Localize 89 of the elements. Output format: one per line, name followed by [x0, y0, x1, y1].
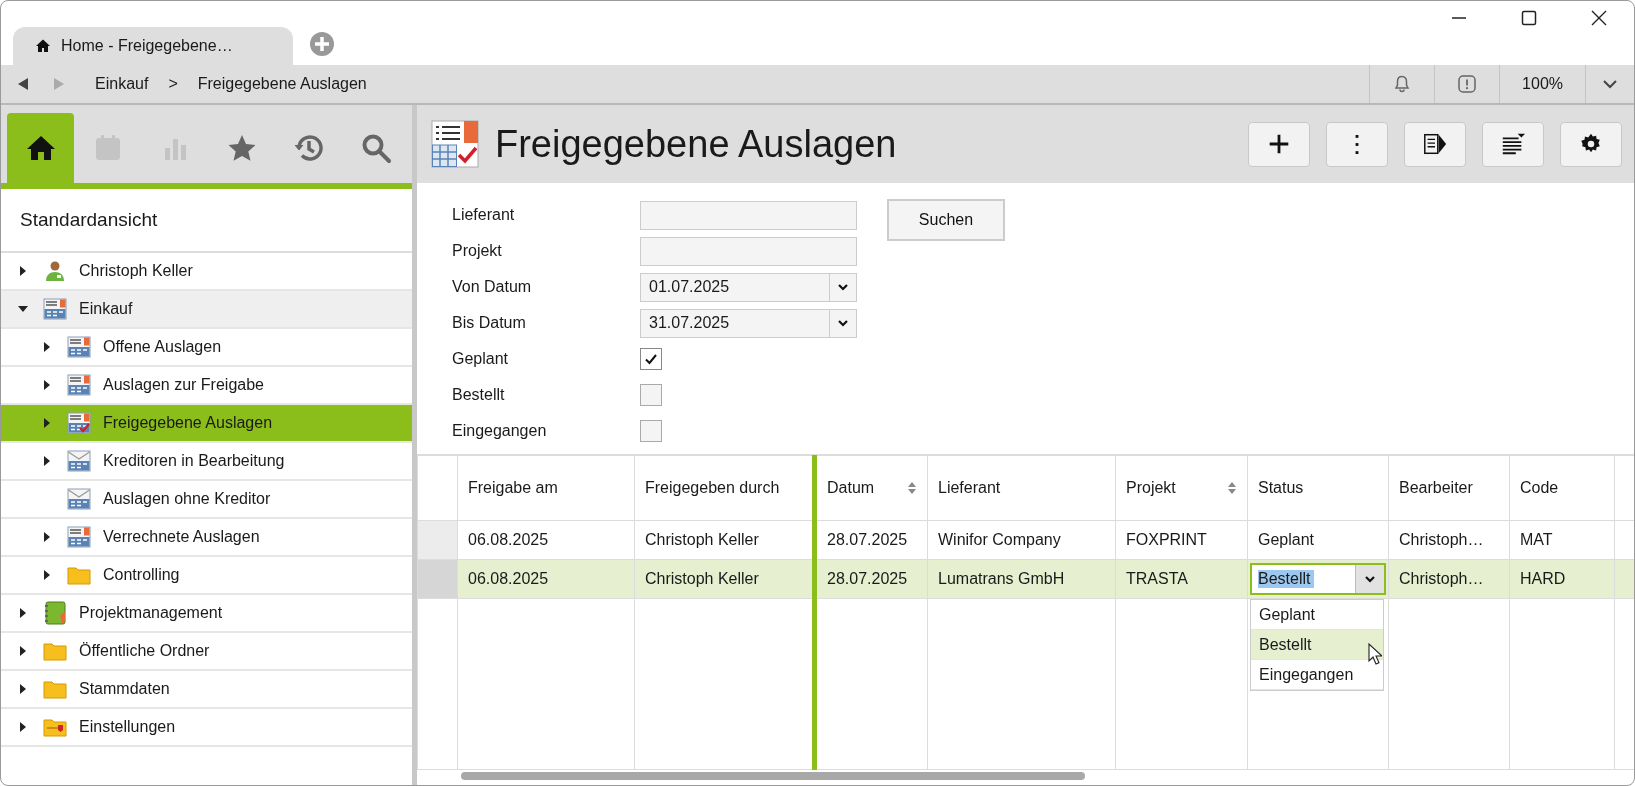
- mail-list-icon: [67, 487, 91, 511]
- column-header[interactable]: Code: [1509, 455, 1615, 521]
- zoom-level: 100%: [1522, 75, 1563, 93]
- list-icon: [43, 297, 67, 321]
- panel-button[interactable]: [1404, 121, 1466, 167]
- add-tab-icon[interactable]: [309, 31, 335, 57]
- table-cell: FOXPRINT: [1126, 531, 1207, 548]
- list-check-icon: [67, 411, 91, 435]
- chevron-down-icon: [1364, 573, 1376, 585]
- tree-item[interactable]: Verrechnete Auslagen: [1, 519, 412, 557]
- tree-item[interactable]: Stammdaten: [1, 671, 412, 709]
- text-field[interactable]: [640, 200, 857, 230]
- table-cell: Christoph Keller: [645, 570, 759, 587]
- table-cell: Christoph…: [1399, 570, 1484, 587]
- column-header[interactable]: Freigabe am: [457, 455, 635, 521]
- search-button[interactable]: Suchen: [887, 199, 1005, 241]
- table-cell: Lumatrans GmbH: [938, 570, 1065, 587]
- home-icon: [35, 38, 51, 54]
- view-title: Standardansicht: [1, 189, 412, 253]
- checkbox[interactable]: [640, 348, 662, 370]
- chevron-down-icon[interactable]: [837, 281, 849, 293]
- window-tab[interactable]: Home - Freigegebene…: [13, 27, 293, 65]
- field-label: Projekt: [452, 242, 503, 260]
- field-label: Von Datum: [452, 278, 533, 296]
- home-tab[interactable]: [7, 113, 74, 183]
- sort-icon[interactable]: [907, 481, 917, 495]
- history-icon: [292, 132, 325, 164]
- column-header[interactable]: Status: [1247, 455, 1389, 521]
- maximize-icon[interactable]: [1519, 8, 1539, 28]
- column-header[interactable]: Bearbeiter: [1388, 455, 1510, 521]
- tree-item[interactable]: Öffentliche Ordner: [1, 633, 412, 671]
- table-cell: 28.07.2025: [827, 531, 908, 548]
- dropdown-option[interactable]: Bestellt: [1251, 630, 1383, 660]
- field-label: Bis Datum: [452, 314, 527, 332]
- mail-list-icon: [67, 449, 91, 473]
- field-label: Bestellt: [452, 386, 506, 404]
- table-cell: Geplant: [1258, 531, 1315, 548]
- table-cell: Winifor Company: [938, 531, 1061, 548]
- checkbox[interactable]: [640, 384, 662, 406]
- vertical-dots-icon: [1355, 134, 1359, 154]
- tree-item[interactable]: Freigegebene Auslagen: [1, 405, 412, 443]
- lines-icon: [1500, 131, 1526, 157]
- breadcrumb-link[interactable]: Einkauf: [95, 75, 149, 93]
- close-icon[interactable]: [1589, 8, 1609, 28]
- tree-item[interactable]: Kreditoren in Bearbeitung: [1, 443, 412, 481]
- settings-button[interactable]: [1560, 121, 1622, 167]
- table-cell: Christoph Keller: [645, 531, 759, 548]
- list-icon: [67, 373, 91, 397]
- date-field[interactable]: 01.07.2025: [640, 272, 857, 302]
- table-cell: Christoph…: [1399, 531, 1484, 548]
- table-cell: MAT: [1520, 531, 1553, 548]
- back-icon[interactable]: [17, 77, 29, 91]
- table-cell: 28.07.2025: [827, 570, 908, 587]
- table-cell: HARD: [1520, 570, 1566, 587]
- chevron-down-icon[interactable]: [837, 317, 849, 329]
- checkbox[interactable]: [640, 420, 662, 442]
- field-label: Geplant: [452, 350, 510, 368]
- tree-item[interactable]: Einstellungen: [1, 709, 412, 747]
- date-field[interactable]: 31.07.2025: [640, 308, 857, 338]
- column-header[interactable]: Lieferant: [927, 455, 1116, 521]
- checked-list-icon: [431, 120, 479, 168]
- add-button[interactable]: [1248, 121, 1310, 167]
- tree-item[interactable]: Projektmanagement: [1, 595, 412, 633]
- tree-item[interactable]: Einkauf: [1, 291, 412, 329]
- document-arrow-icon: [1422, 131, 1448, 157]
- list-icon: [67, 525, 91, 549]
- alert-icon[interactable]: [1457, 74, 1478, 94]
- notebook-icon: [43, 601, 67, 625]
- column-header[interactable]: Projekt: [1115, 455, 1248, 521]
- column-header[interactable]: Datum: [814, 455, 928, 521]
- column-header[interactable]: Freigegeben durch: [634, 455, 815, 521]
- table-cell: 06.08.2025: [468, 531, 549, 548]
- person-icon: [43, 259, 67, 283]
- table-cell: TRASTA: [1126, 570, 1188, 587]
- table-cell: 06.08.2025: [468, 570, 549, 587]
- list-icon: [67, 335, 91, 359]
- tree-item[interactable]: Controlling: [1, 557, 412, 595]
- tree-item[interactable]: Auslagen ohne Kreditor: [1, 481, 412, 519]
- text-field[interactable]: [640, 236, 857, 266]
- page-title: Freigegebene Auslagen: [495, 122, 897, 166]
- field-label: Eingegangen: [452, 422, 548, 440]
- breadcrumb-separator: >: [168, 75, 178, 93]
- field-label: Lieferant: [452, 206, 516, 224]
- sort-icon[interactable]: [1227, 481, 1237, 495]
- status-dropdown[interactable]: Bestellt: [1250, 563, 1386, 595]
- horizontal-scrollbar[interactable]: [461, 772, 1085, 780]
- breadcrumb-link[interactable]: Freigegebene Auslagen: [197, 75, 367, 93]
- tree-item[interactable]: Offene Auslagen: [1, 329, 412, 367]
- sort-button[interactable]: [1482, 121, 1544, 167]
